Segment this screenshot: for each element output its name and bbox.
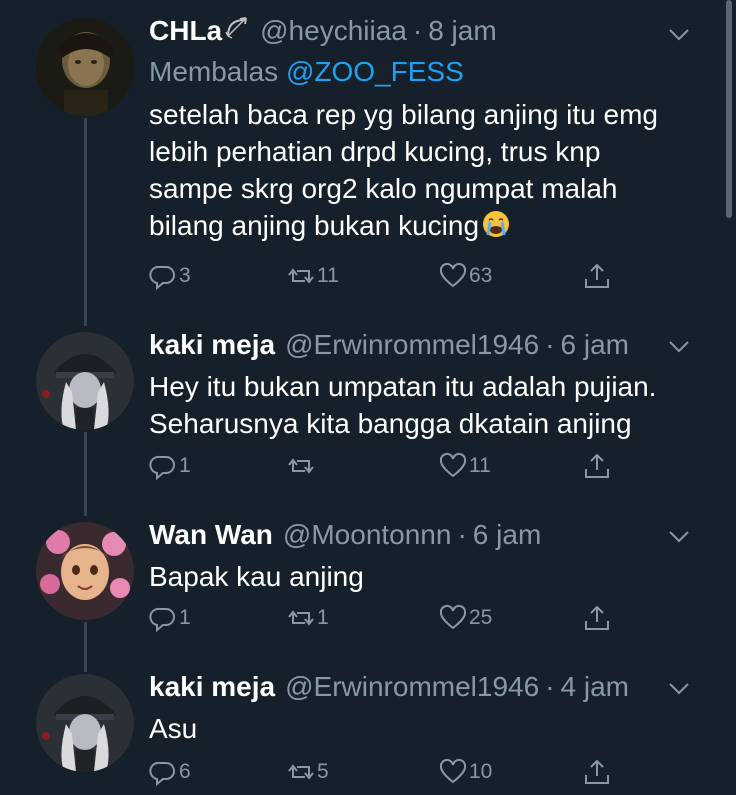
avatar[interactable] [36,18,134,116]
chevron-down-icon[interactable] [668,28,690,42]
retweet-icon [288,458,314,474]
mention-link[interactable]: @ZOO_FESS [286,56,464,87]
reply-count: 1 [179,454,191,477]
handle[interactable]: @heychiiaa [260,14,407,48]
retweet-icon [288,610,314,626]
reply-icon [149,265,175,290]
tweet-actions: 3 11 63 [149,262,619,296]
retweet-count: 1 [317,606,329,629]
bow-arrow-icon [225,17,248,39]
like-count: 11 [469,454,491,477]
heart-icon [439,758,467,784]
reply-button[interactable]: 1 [149,604,191,632]
timestamp[interactable]: 6 jam [473,518,541,552]
share-icon [585,453,609,478]
reply-button[interactable]: 1 [149,452,191,480]
display-name[interactable]: kaki meja [149,670,275,704]
separator: · [545,671,555,702]
avatar[interactable] [36,332,134,430]
reply-count: 6 [179,760,191,783]
share-button[interactable] [583,262,611,290]
tweet-header: Wan Wan @Moontonnn · 6 jam [149,518,700,552]
like-button[interactable]: 11 [439,452,491,480]
avatar[interactable] [36,522,134,620]
retweet-icon [288,268,314,284]
crying-face-icon [483,211,510,237]
retweet-count: 5 [317,760,329,783]
display-name[interactable]: kaki meja [149,328,275,362]
share-icon [585,263,609,288]
display-name[interactable]: Wan Wan [149,518,273,552]
share-icon [585,759,609,784]
avatar[interactable] [36,674,134,772]
handle[interactable]: @Erwinrommel1946 [285,670,539,704]
retweet-button[interactable]: 1 [287,604,329,632]
tweet-thread: CHLa @heychiiaa · 8 jam Membalas @ZOO_FE… [0,0,736,795]
retweet-button[interactable]: 11 [287,262,339,290]
like-button[interactable]: 10 [439,758,492,786]
handle[interactable]: @Erwinrommel1946 [285,328,539,362]
display-name[interactable]: CHLa [149,14,222,48]
tweet-header: kaki meja @Erwinrommel1946 · 4 jam [149,670,700,704]
share-button[interactable] [583,758,611,786]
replying-label: Membalas [149,56,279,87]
like-count: 63 [469,264,493,287]
retweet-count: 11 [317,264,339,287]
tweet[interactable]: Wan Wan @Moontonnn · 6 jam Bapak kau anj… [0,510,720,670]
tweet[interactable]: CHLa @heychiiaa · 8 jam Membalas @ZOO_FE… [0,0,720,320]
retweet-button[interactable]: 5 [287,758,329,786]
tweet-actions: 6 5 10 [149,758,619,792]
chevron-down-icon[interactable] [668,340,690,354]
reply-button[interactable]: 6 [149,758,191,786]
reply-icon [149,455,175,480]
tweet-header: CHLa @heychiiaa · 8 jam [149,14,700,48]
share-icon [585,605,609,630]
reply-count: 1 [179,606,191,629]
tweet-text: Hey itu bukan umpatan itu adalah pujian.… [149,371,657,439]
scrollbar[interactable] [726,0,732,218]
retweet-button[interactable] [287,452,317,480]
heart-icon [439,604,467,630]
tweet-text: setelah baca rep yg bilang anjing itu em… [149,96,700,244]
replying-to: Membalas @ZOO_FESS [149,54,700,90]
share-button[interactable] [583,604,611,632]
separator: · [412,15,423,46]
tweet[interactable]: kaki meja @Erwinrommel1946 · 4 jam Asu 6… [0,670,720,795]
heart-icon [439,262,467,288]
share-button[interactable] [583,452,611,480]
chevron-down-icon[interactable] [668,682,690,696]
like-count: 10 [469,760,493,783]
tweet[interactable]: kaki meja @Erwinrommel1946 · 6 jam Hey i… [0,320,720,510]
timestamp[interactable]: 4 jam [561,670,629,704]
tweet-text-content: setelah baca rep yg bilang anjing itu em… [149,99,659,241]
tweet-actions: 1 1 25 [149,604,619,638]
like-button[interactable]: 25 [439,604,492,632]
reply-icon [149,607,175,632]
retweet-icon [288,764,314,780]
tweet-text: Asu [149,713,198,744]
timestamp[interactable]: 8 jam [428,14,496,48]
reply-count: 3 [179,264,191,287]
like-count: 25 [469,606,493,629]
separator: · [457,519,467,550]
tweet-actions: 1 11 [149,452,619,486]
reply-icon [149,761,175,786]
reply-button[interactable]: 3 [149,262,191,290]
heart-icon [439,452,467,478]
chevron-down-icon[interactable] [668,530,690,544]
tweet-header: kaki meja @Erwinrommel1946 · 6 jam [149,328,700,362]
separator: · [545,329,555,360]
tweet-text: Bapak kau anjing [149,561,364,592]
like-button[interactable]: 63 [439,262,492,290]
timestamp[interactable]: 6 jam [561,328,629,362]
handle[interactable]: @Moontonnn [283,518,452,552]
